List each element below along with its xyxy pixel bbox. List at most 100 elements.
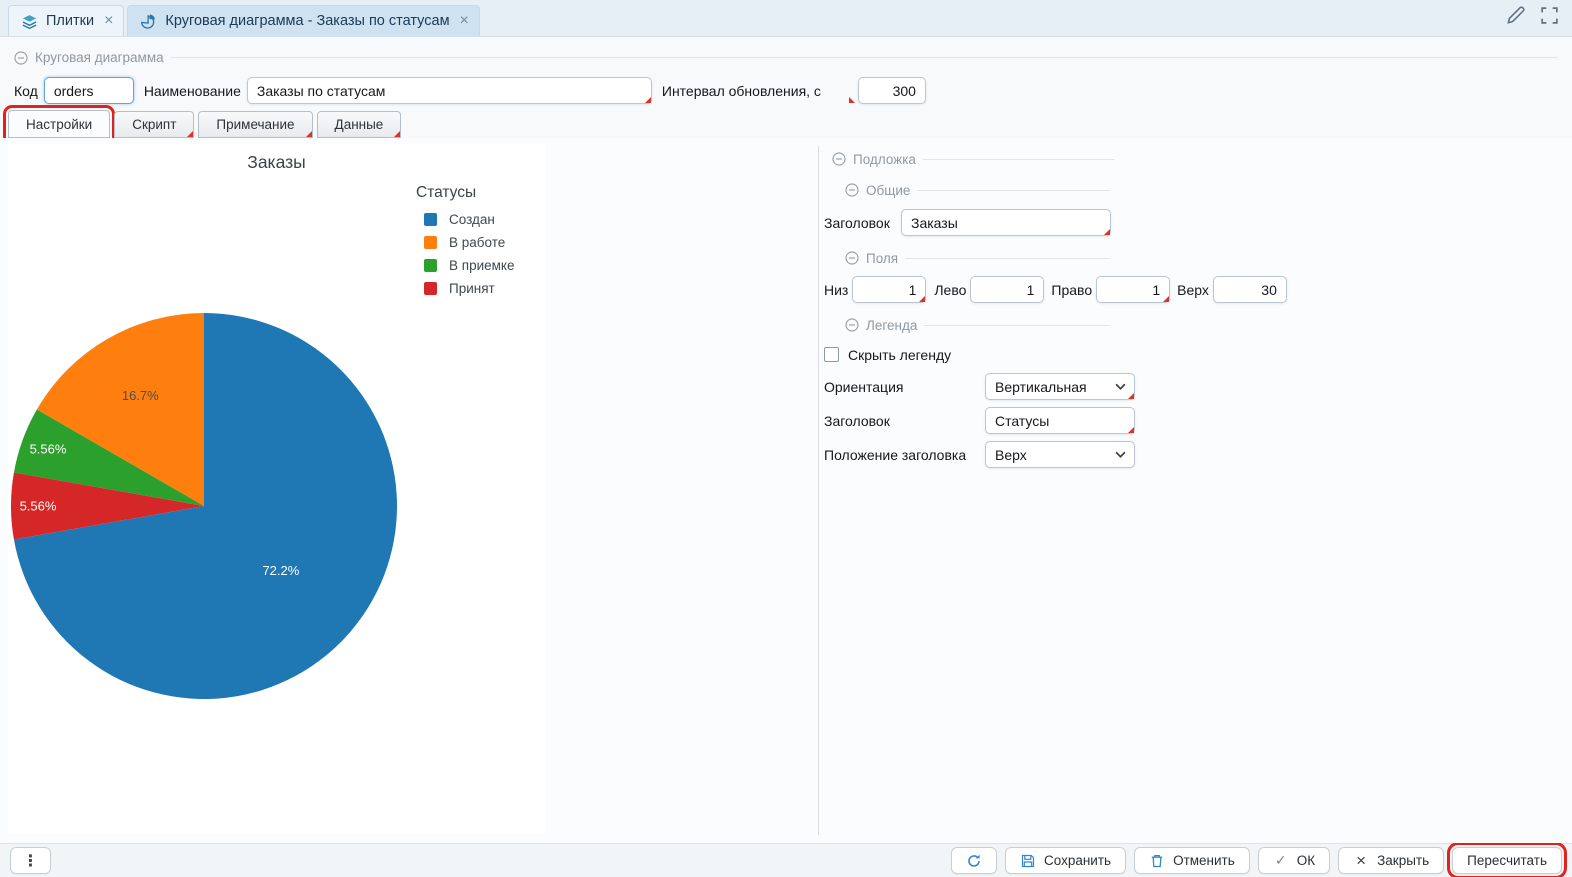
hide-legend-label: Скрыть легенду [848,347,951,363]
window-tab-tiles[interactable]: Плитки × [8,5,124,36]
window-tab-label: Плитки [46,13,94,29]
ok-button[interactable]: ✓ ОК [1258,847,1330,874]
code-input[interactable] [44,77,134,104]
settings-panel: Подложка Общие Заголовок Поля [819,138,1572,843]
save-button[interactable]: Сохранить [1005,847,1126,874]
group-title: Круговая диаграмма [35,50,164,65]
group-header-pie-chart: Круговая диаграмма [14,49,1558,66]
window-tab-pie-chart[interactable]: Круговая диаграмма - Заказы по статусам … [127,5,479,36]
refresh-interval-input[interactable] [858,77,926,104]
pie-chart-icon [140,13,157,30]
divider-line [924,325,1110,326]
legend-item: Создан [424,212,514,227]
close-icon[interactable]: × [104,13,113,29]
collapse-icon[interactable] [845,251,859,265]
chart-title-input[interactable] [901,209,1111,236]
tab-script[interactable]: Скрипт [114,111,194,138]
footer-toolbar: ⋮ Сохранить Отменить ✓ ОК [0,843,1572,877]
pie-slice-label: 72.2% [262,563,299,578]
legend-title-input[interactable] [985,407,1135,434]
divider-line [171,57,1558,58]
close-button[interactable]: × Закрыть [1338,847,1444,874]
chart-preview: Заказы Статусы Создан В работе В приемке [8,144,545,833]
legend-swatch [424,259,437,272]
group-title: Подложка [853,152,916,167]
close-x-icon: × [1353,853,1369,869]
margin-right-input[interactable] [1096,276,1170,303]
recalculate-label: Пересчитать [1467,853,1547,868]
tab-note[interactable]: Примечание [198,111,312,138]
margin-left-input[interactable] [970,276,1044,303]
legend-item: В работе [424,235,514,250]
margin-top-label: Верх [1177,282,1209,298]
margins-row: Низ Лево Право Верх [824,276,1558,303]
group-header-general: Общие [845,181,1110,199]
legend-title-position-value: Верх [995,447,1027,463]
group-title: Общие [866,183,910,198]
close-icon[interactable]: × [460,13,469,29]
margin-bottom-input[interactable] [852,276,926,303]
window-actions [1505,0,1560,36]
page-tabs: Настройки Скрипт Примечание Данные [0,110,1572,138]
legend-item: Принят [424,281,514,296]
legend-label: Принят [449,281,495,296]
chart-title-row: Заголовок [824,209,1558,236]
legend-swatch [424,213,437,226]
fullscreen-icon[interactable] [1539,5,1560,26]
close-label: Закрыть [1377,853,1429,868]
save-icon [1020,853,1036,869]
footer-buttons: Сохранить Отменить ✓ ОК × Закрыть Пересч… [951,847,1562,874]
legend-title-label: Заголовок [824,413,985,429]
pie-slice-label: 16.7% [122,388,159,403]
divider-line [923,159,1115,160]
hide-legend-checkbox[interactable] [824,347,839,362]
tab-settings[interactable]: Настройки [8,110,110,138]
orientation-row: Ориентация Вертикальная [824,373,1558,400]
legend-label: В работе [449,235,505,250]
orientation-select[interactable]: Вертикальная [985,373,1135,400]
check-icon: ✓ [1273,853,1289,869]
more-actions-button[interactable]: ⋮ [10,847,51,874]
name-input[interactable] [247,77,652,104]
app-window: Плитки × Круговая диаграмма - Заказы по … [0,0,1572,877]
refresh-button[interactable] [951,847,997,874]
margin-left-label: Лево [934,282,966,298]
group-header-backdrop: Подложка [832,150,1115,168]
editor-header: Круговая диаграмма Код Наименование Инте… [0,37,1572,110]
hide-legend-row: Скрыть легенду [824,346,1558,363]
cancel-button[interactable]: Отменить [1134,847,1250,874]
main-fields-row: Код Наименование Интервал обновления, с [14,77,1558,104]
main-area: Заказы Статусы Создан В работе В приемке [0,138,1572,843]
legend-label: В приемке [449,258,514,273]
divider-line [917,190,1110,191]
legend-item: В приемке [424,258,514,273]
chevron-down-icon [1115,451,1126,458]
orientation-label: Ориентация [824,379,985,395]
pie-slice-label: 5.56% [30,442,67,457]
pie-chart: 72.2% 16.7% 5.56% 5.56% [10,312,398,700]
collapse-icon[interactable] [14,51,28,65]
margin-bottom-label: Низ [824,282,848,298]
legend-swatch [424,236,437,249]
trash-icon [1149,853,1165,869]
collapse-icon[interactable] [845,318,859,332]
refresh-icon [966,853,982,869]
collapse-icon[interactable] [845,183,859,197]
chart-legend: Статусы Создан В работе В приемке Принят [406,184,514,296]
legend-title-position-select[interactable]: Верх [985,441,1135,468]
edit-pencil-icon[interactable] [1505,5,1526,26]
cancel-label: Отменить [1173,853,1235,868]
collapse-icon[interactable] [832,152,846,166]
legend-title: Статусы [416,184,514,202]
window-tab-bar: Плитки × Круговая диаграмма - Заказы по … [0,0,1572,37]
refresh-interval-label: Интервал обновления, с [662,83,821,99]
save-label: Сохранить [1044,853,1111,868]
tab-data[interactable]: Данные [317,111,402,138]
chart-title-label: Заголовок [824,215,901,231]
margin-top-input[interactable] [1213,276,1287,303]
group-title: Легенда [866,318,917,333]
recalculate-button[interactable]: Пересчитать [1452,847,1562,874]
group-header-legend: Легенда [845,316,1110,334]
pie-slice-label: 5.56% [20,499,57,514]
chevron-down-icon [1115,383,1126,390]
